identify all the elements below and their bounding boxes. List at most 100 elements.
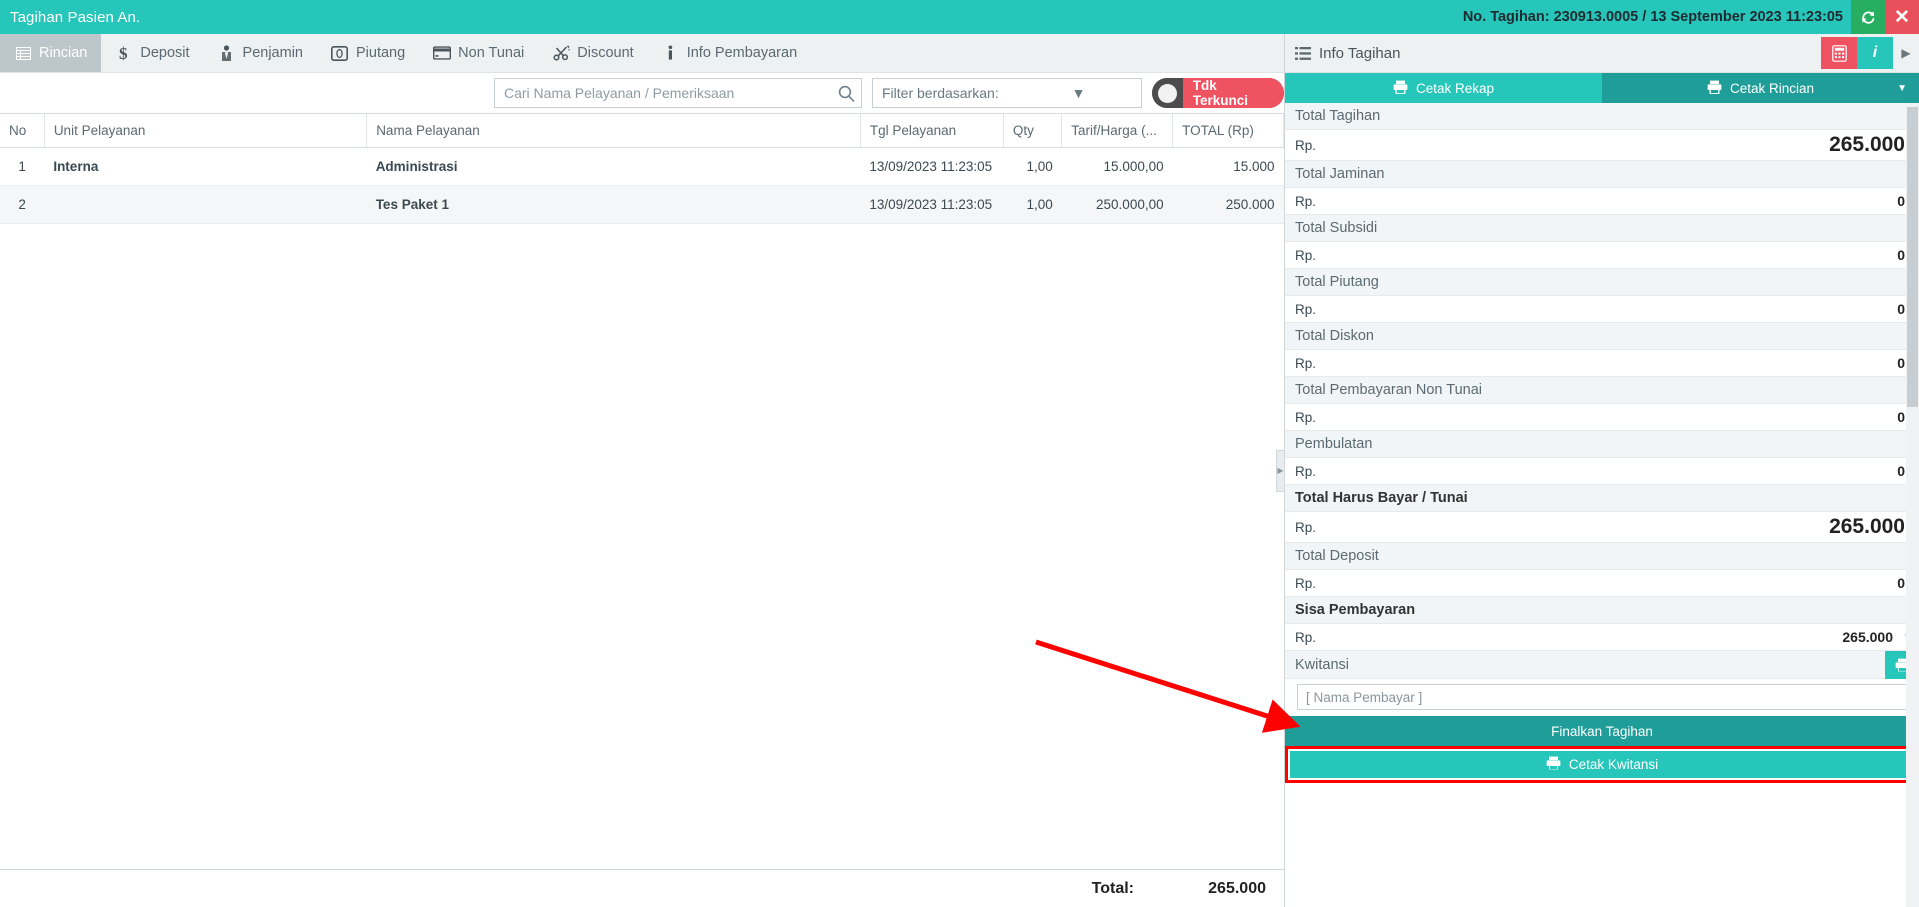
tab-label: Cetak Rekap <box>1415 80 1495 96</box>
amount-wrap: 265.000 ▼ <box>1842 629 1915 645</box>
tab-label: Piutang <box>355 45 406 61</box>
toolbar-row: Filter berdasarkan: ▼ Tdk Terkunci <box>0 73 1284 114</box>
tab-deposit[interactable]: $ Deposit <box>101 34 203 72</box>
amount-value: 0 <box>1897 409 1905 425</box>
info-label-total-non-tunai: Total Pembayaran Non Tunai <box>1285 377 1919 404</box>
tie-person-icon <box>218 44 236 62</box>
tab-non-tunai[interactable]: Non Tunai <box>419 34 538 72</box>
scrollbar-thumb[interactable] <box>1907 107 1918 407</box>
info-tagihan-panel: Info Tagihan i ▶ Cetak Rekap Cetak Rinci… <box>1285 34 1919 907</box>
currency-label: Rp. <box>1295 137 1317 153</box>
column-header-tgl-pelayanan[interactable]: Tgl Pelayanan <box>860 114 1004 148</box>
info-items-scroll[interactable]: Total Tagihan Rp. 265.000 Total Jaminan … <box>1285 103 1919 907</box>
tab-cetak-rincian[interactable]: Cetak Rincian ▼ <box>1602 73 1919 103</box>
search-box[interactable] <box>494 78 862 108</box>
currency-label: Rp. <box>1295 629 1317 645</box>
panel-collapse-handle[interactable]: ▶ <box>1276 449 1285 492</box>
currency-label: Rp. <box>1295 193 1317 209</box>
column-header-unit-pelayanan[interactable]: Unit Pelayanan <box>44 114 368 148</box>
table-empty-area <box>0 223 1284 869</box>
tab-label: Cetak Rincian <box>1729 80 1815 96</box>
main-body: Rincian $ Deposit Penjamin Piutang Non T… <box>0 34 1919 907</box>
column-header-total[interactable]: TOTAL (Rp) <box>1172 114 1284 148</box>
bill-number-info: No. Tagihan: 230913.0005 / 13 September … <box>1462 9 1843 25</box>
tab-cetak-rekap[interactable]: Cetak Rekap <box>1285 73 1602 103</box>
chevron-down-icon[interactable]: ▼ <box>1007 85 1141 101</box>
printer-icon <box>1393 80 1408 97</box>
amount-value: 0 <box>1897 575 1905 591</box>
table-row[interactable]: 2 Tes Paket 1 13/09/2023 11:23:05 1,00 2… <box>0 185 1284 224</box>
info-label-total-harus-bayar: Total Harus Bayar / Tunai <box>1285 485 1919 512</box>
print-receipt-button[interactable]: Cetak Kwitansi <box>1290 751 1914 778</box>
search-input[interactable] <box>495 85 831 101</box>
column-header-no[interactable]: No <box>0 114 45 148</box>
tab-label: Info Pembayaran <box>686 45 798 61</box>
amount-value: 0 <box>1897 247 1905 263</box>
printer-icon <box>1546 756 1561 773</box>
column-header-nama-pelayanan[interactable]: Nama Pelayanan <box>366 114 861 148</box>
close-icon[interactable]: ✕ <box>1885 0 1919 34</box>
chevron-right-icon[interactable]: ▶ <box>1893 37 1919 69</box>
cell-tarif: 250.000,00 <box>1061 185 1173 224</box>
info-value-total-diskon: Rp. 0 <box>1285 350 1919 377</box>
calculator-icon[interactable] <box>1821 37 1857 69</box>
window-title: Tagihan Pasien An. <box>10 8 141 26</box>
info-label-total-subsidi: Total Subsidi <box>1285 215 1919 242</box>
cell-no: 1 <box>0 147 45 186</box>
application-window: Tagihan Pasien An. No. Tagihan: 230913.0… <box>0 0 1919 907</box>
info-label-total-piutang: Total Piutang <box>1285 269 1919 296</box>
amount-value: 265.000 <box>1829 515 1905 538</box>
info-value-pembulatan: Rp. 0 <box>1285 458 1919 485</box>
scissors-icon <box>552 44 570 62</box>
cell-total: 15.000 <box>1172 147 1284 186</box>
toggle-knob <box>1157 83 1177 103</box>
filter-dropdown[interactable]: Filter berdasarkan: ▼ <box>872 78 1142 108</box>
info-value-sisa-pembayaran: Rp. 265.000 ▼ <box>1285 624 1919 651</box>
left-pane: Rincian $ Deposit Penjamin Piutang Non T… <box>0 34 1285 907</box>
cell-tarif: 15.000,00 <box>1061 147 1173 186</box>
info-value-total-jaminan: Rp. 0 <box>1285 188 1919 215</box>
printer-icon <box>1707 80 1722 97</box>
tab-discount[interactable]: Discount <box>538 34 647 72</box>
search-icon[interactable] <box>831 85 861 102</box>
lock-toggle[interactable]: Tdk Terkunci <box>1152 78 1284 108</box>
info-label-total-diskon: Total Diskon <box>1285 323 1919 350</box>
tab-label: Non Tunai <box>458 45 525 61</box>
column-header-qty[interactable]: Qty <box>1003 114 1063 148</box>
info-panel-scrollbar[interactable]: ▲ <box>1906 103 1919 907</box>
refresh-icon[interactable] <box>1851 0 1885 34</box>
finalize-bill-button[interactable]: Finalkan Tagihan <box>1285 716 1919 746</box>
table-header-row: No Unit Pelayanan Nama Pelayanan Tgl Pel… <box>0 114 1284 148</box>
cell-nama: Administrasi <box>366 147 861 186</box>
column-header-tarif[interactable]: Tarif/Harga (... <box>1061 114 1174 148</box>
tab-piutang[interactable]: Piutang <box>317 34 419 72</box>
print-tab-bar: Cetak Rekap Cetak Rincian ▼ <box>1285 73 1919 103</box>
info-value-total-harus-bayar: Rp. 265.000 <box>1285 512 1919 543</box>
chevron-down-icon[interactable]: ▼ <box>1897 83 1907 94</box>
info-items-list: Total Tagihan Rp. 265.000 Total Jaminan … <box>1285 103 1919 783</box>
tab-rincian[interactable]: Rincian <box>0 34 102 72</box>
coin-icon <box>331 44 349 62</box>
kwitansi-label: Kwitansi <box>1295 656 1349 673</box>
cell-no: 2 <box>0 185 45 224</box>
kwitansi-row: Kwitansi <box>1285 650 1919 679</box>
payer-name-input[interactable] <box>1297 684 1911 710</box>
info-icon <box>662 44 680 62</box>
tab-info-pembayaran[interactable]: Info Pembayaran <box>648 34 811 72</box>
amount-value: 0 <box>1897 463 1905 479</box>
info-icon[interactable]: i <box>1857 37 1893 69</box>
title-bar: Tagihan Pasien An. No. Tagihan: 230913.0… <box>0 0 1919 34</box>
tab-penjamin[interactable]: Penjamin <box>204 34 317 72</box>
currency-label: Rp. <box>1295 247 1317 263</box>
tab-bar: Rincian $ Deposit Penjamin Piutang Non T… <box>0 34 1284 73</box>
cell-qty: 1,00 <box>1003 147 1062 186</box>
credit-card-icon <box>433 44 452 62</box>
tab-label: Rincian <box>39 45 88 61</box>
cell-tgl: 13/09/2023 11:23:05 <box>860 147 1004 186</box>
services-table: No Unit Pelayanan Nama Pelayanan Tgl Pel… <box>0 114 1284 224</box>
cell-qty: 1,00 <box>1003 185 1062 224</box>
table-row[interactable]: 1 Interna Administrasi 13/09/2023 11:23:… <box>0 147 1284 186</box>
currency-label: Rp. <box>1295 301 1317 317</box>
info-label-total-jaminan: Total Jaminan <box>1285 161 1919 188</box>
amount-value: 265.000 <box>1842 629 1893 645</box>
